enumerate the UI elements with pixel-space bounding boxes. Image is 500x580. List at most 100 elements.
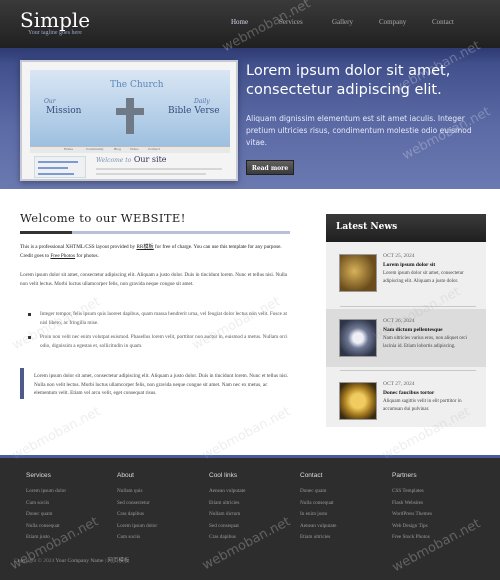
site-logo[interactable]: Simple — [20, 8, 90, 32]
rr-link[interactable]: RR模板 — [136, 244, 153, 250]
footer-link[interactable]: Lorem ipsum dolor — [117, 521, 197, 533]
footer-link[interactable]: Etiam justo — [26, 532, 106, 544]
preview-daily-label: Daily — [194, 98, 210, 105]
footer-column-contact: Contact Donec quam Nulla consequat In en… — [300, 472, 380, 544]
nav-home[interactable]: Home — [231, 18, 248, 26]
footer-column-services: Services Lorem ipsum dolor Cum sociis Do… — [26, 472, 106, 544]
nav-gallery[interactable]: Gallery — [332, 18, 353, 26]
read-more-button[interactable]: Read more — [246, 160, 294, 175]
list-item: Integer tempor, felis ipsum quis laoreet… — [28, 310, 290, 327]
preview-welcome: Welcome to Our site — [96, 155, 167, 164]
news-item[interactable]: OCT 25, 2024 Lorem ipsum dolor sit Lorem… — [326, 244, 486, 302]
news-thumbnail[interactable] — [339, 254, 377, 292]
list-item-text: Integer tempor, felis ipsum quis laoreet… — [40, 311, 287, 326]
footer-link[interactable]: Nullam quis — [117, 486, 197, 498]
preview-welcome-label: Welcome to — [96, 157, 132, 164]
footer-link[interactable]: Etiam ultricies — [209, 498, 289, 510]
list-item: Proin non velit nec enim volutpat euismo… — [28, 333, 290, 350]
footer-link[interactable]: Nulla consequat — [26, 521, 106, 533]
hero-text: Aliquam dignissim elementum est sit amet… — [246, 114, 472, 147]
footer-link[interactable]: Donec quam — [26, 509, 106, 521]
footer-link[interactable]: In enim justo — [300, 509, 380, 521]
preview-line — [96, 168, 222, 170]
hero-title: Lorem ipsum dolor sit amet, consectetur … — [246, 63, 451, 98]
footer-column-cool-links: Cool links Aenean vulputate Etiam ultric… — [209, 472, 289, 544]
nav-contact[interactable]: Contact — [432, 18, 454, 26]
preview-mission-label: Mission — [46, 106, 82, 116]
nav-company[interactable]: Company — [379, 18, 406, 26]
divider — [340, 306, 476, 307]
footer-heading: About — [117, 472, 134, 479]
preview-header: The Church Our Mission Daily Bible Verse — [30, 70, 230, 146]
free-photos-link[interactable]: Free Photos — [50, 253, 75, 259]
footer-link[interactable]: Web Design Tips — [392, 521, 472, 533]
footer-heading: Services — [26, 472, 51, 479]
quote-bar — [20, 368, 24, 399]
footer-link[interactable]: Nulla consequat — [300, 498, 380, 510]
news-thumbnail[interactable] — [339, 382, 377, 420]
bullet-icon — [28, 336, 31, 339]
footer-link[interactable]: CSS Templates — [392, 486, 472, 498]
news-thumbnail[interactable] — [339, 319, 377, 357]
footer-link[interactable]: WordPress Themes — [392, 509, 472, 521]
news-heading: Latest News — [336, 222, 398, 232]
nav-services[interactable]: Services — [279, 18, 303, 26]
blockquote: Lorem ipsum dolor sit amet, consectetur … — [34, 373, 289, 396]
preview-church-label: The Church — [110, 80, 164, 90]
cross-icon-bar — [116, 108, 144, 115]
footer-column-about: About Nullam quis Sed consectetur Cras d… — [117, 472, 197, 544]
bullet-list: Integer tempor, felis ipsum quis laoreet… — [28, 310, 290, 356]
news-text: Lorem ipsum dolor sit amet, consectetur … — [383, 271, 464, 284]
news-text: Nam ultricies varius eros, non aliquet o… — [383, 336, 468, 349]
footer-link[interactable]: Aenean vulputate — [300, 521, 380, 533]
preview-nav-item: Community — [86, 147, 104, 151]
footer-link[interactable]: Donec quam — [300, 486, 380, 498]
footer-link[interactable]: Cum sociis — [26, 498, 106, 510]
copyright-prefix: Copyright © 2024 — [14, 558, 55, 564]
footer-heading: Contact — [300, 472, 323, 479]
news-date: OCT 26, 2024 — [383, 318, 415, 324]
company-link[interactable]: Your Company Name — [55, 558, 103, 564]
news-item[interactable]: OCT 27, 2024 Donec faucibus tortor Aliqu… — [326, 372, 486, 430]
main-nav: Home Services Gallery Company Contact — [215, 14, 500, 34]
preview-line — [38, 167, 68, 169]
footer-link[interactable]: Aenean vulputate — [209, 486, 289, 498]
footer-link[interactable]: Free Stock Photos — [392, 532, 472, 544]
welcome-title: Welcome to our WEBSITE! — [20, 211, 186, 225]
cross-icon — [126, 98, 134, 134]
footer-link[interactable]: Etiam ultricies — [300, 532, 380, 544]
intro-text: This is a professional XHTML/CSS layout … — [20, 244, 137, 250]
template-preview-image: The Church Our Mission Daily Bible Verse… — [20, 60, 238, 181]
footer-link[interactable]: Lorem ipsum dolor — [26, 486, 106, 498]
footer-heading: Cool links — [209, 472, 238, 479]
intro-paragraph: This is a professional XHTML/CSS layout … — [20, 243, 290, 260]
preview-line — [38, 173, 74, 175]
divider — [340, 370, 476, 371]
news-text: Aliquam sagittis velit in elit porttitor… — [383, 399, 462, 412]
news-title[interactable]: Lorem ipsum dolor sit — [383, 262, 435, 268]
news-date: OCT 25, 2024 — [383, 253, 415, 259]
footer-heading: Partners — [392, 472, 417, 479]
preview-our-label: Our — [44, 98, 56, 105]
footer-link[interactable]: Cum sociis — [117, 532, 197, 544]
news-title[interactable]: Nam dictum pellentesque — [383, 327, 443, 333]
preview-nav-item: Video — [130, 147, 139, 151]
preview-nav: Home Community Blog Video Contact — [30, 146, 230, 153]
news-item[interactable]: OCT 26, 2024 Nam dictum pellentesque Nam… — [326, 309, 486, 367]
footer-link[interactable]: Nullam dictum — [209, 509, 289, 521]
footer-link[interactable]: Sed consequat — [209, 521, 289, 533]
preview-nav-item: Contact — [148, 147, 160, 151]
list-item-text: Proin non velit nec enim volutpat euismo… — [40, 334, 288, 349]
footer-column-partners: Partners CSS Templates Flash Websites Wo… — [392, 472, 472, 544]
designer-link[interactable]: 网页模板 — [107, 558, 129, 564]
body-paragraph: Lorem ipsum dolor sit amet, consectetur … — [20, 272, 287, 287]
news-title[interactable]: Donec faucibus tortor — [383, 390, 434, 396]
footer-link[interactable]: Cras dapibus — [209, 532, 289, 544]
preview-bible-label: Bible Verse — [168, 106, 220, 116]
footer-link[interactable]: Flash Websites — [392, 498, 472, 510]
title-underline-accent — [20, 231, 72, 234]
preview-line — [38, 161, 78, 163]
preview-line — [96, 173, 206, 175]
footer-link[interactable]: Sed consectetur — [117, 498, 197, 510]
footer-link[interactable]: Cras dapibus — [117, 509, 197, 521]
